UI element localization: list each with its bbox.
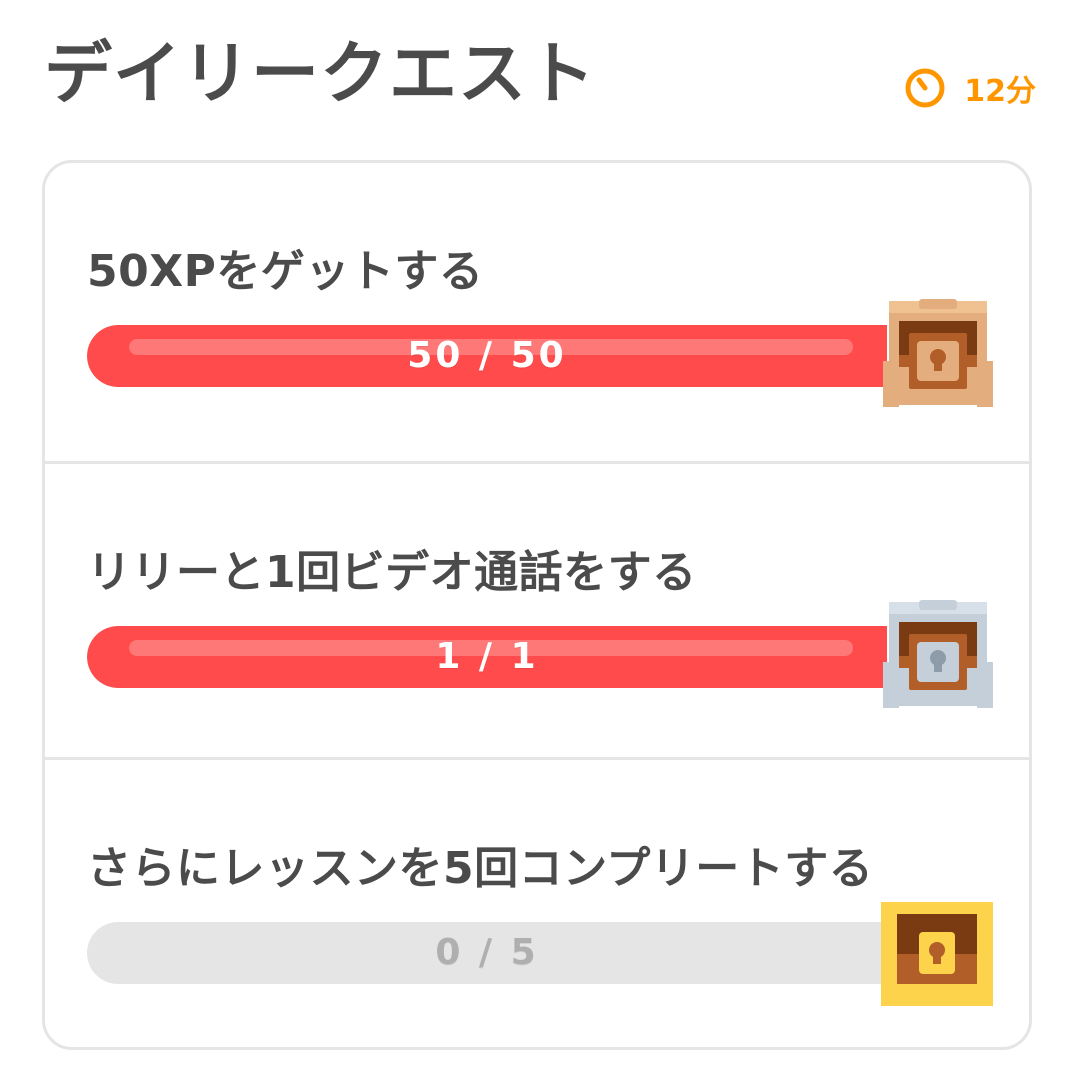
quest-label: 50XPをゲットする xyxy=(87,246,484,297)
bronze-chest-icon xyxy=(883,299,993,407)
quest-progress-bar: 50 / 50 xyxy=(87,325,887,387)
quest-progress-bar: 0 / 5 xyxy=(87,922,887,984)
progress-text: 1 / 1 xyxy=(435,636,539,677)
quest-label: リリーと1回ビデオ通話をする xyxy=(87,547,697,598)
daily-quests-page: デイリークエスト 12分 50XPをゲットする 50 / 50 リリーと1回ビデ… xyxy=(0,0,1080,1075)
quest-card: 50XPをゲットする 50 / 50 リリーと1回ビデオ通話をする 1 / 1 … xyxy=(42,160,1032,1050)
timer-icon xyxy=(905,68,945,108)
quest-item[interactable]: リリーと1回ビデオ通話をする 1 / 1 xyxy=(45,461,1029,757)
gold-chest-icon xyxy=(881,902,993,1006)
quest-item[interactable]: さらにレッスンを5回コンプリートする 0 / 5 xyxy=(45,757,1029,1047)
page-title: デイリークエスト xyxy=(44,35,597,114)
timer: 12分 xyxy=(904,66,1036,110)
silver-chest-icon xyxy=(883,600,993,708)
progress-text: 50 / 50 xyxy=(407,335,567,376)
quest-progress-bar: 1 / 1 xyxy=(87,626,887,688)
quest-label: さらにレッスンを5回コンプリートする xyxy=(87,843,874,894)
progress-text: 0 / 5 xyxy=(435,932,539,973)
timer-text: 12分 xyxy=(964,74,1036,109)
quest-item[interactable]: 50XPをゲットする 50 / 50 xyxy=(45,163,1029,461)
